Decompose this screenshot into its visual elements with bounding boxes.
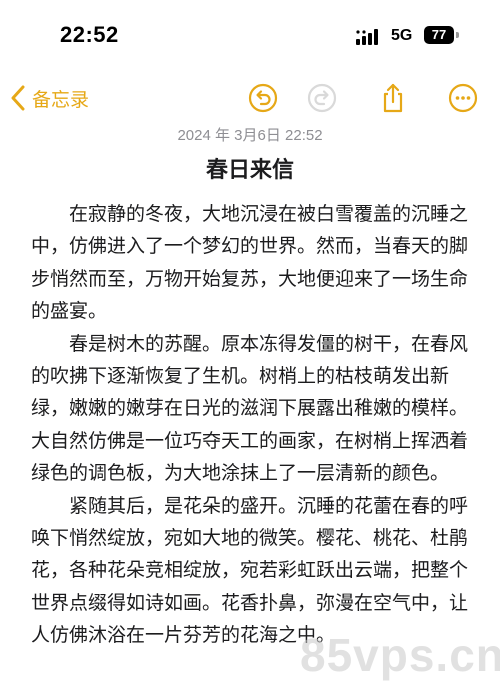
note-body[interactable]: 在寂静的冬夜，大地沉浸在被白雪覆盖的沉睡之中，仿佛进入了一个梦幻的世界。然而，当…	[31, 198, 469, 652]
status-time: 22:52	[60, 22, 119, 47]
note-paragraph: 紧随其后，是花朵的盛开。沉睡的花蕾在春的呼唤下悄然绽放，宛如大地的微笑。樱花、桃…	[31, 494, 469, 647]
status-bar: 22:52 5G 77	[0, 0, 500, 72]
battery-cap	[456, 32, 459, 38]
note-title[interactable]: 春日来信	[0, 152, 500, 184]
battery-level: 77	[431, 27, 447, 42]
battery-icon: 77	[424, 26, 454, 44]
back-label: 备忘录	[32, 88, 90, 111]
network-label: 5G	[391, 27, 413, 44]
note-paragraph: 在寂静的冬夜，大地沉浸在被白雪覆盖的沉睡之中，仿佛进入了一个梦幻的世界。然而，当…	[31, 203, 469, 323]
more-icon[interactable]	[447, 82, 479, 114]
redo-icon[interactable]	[306, 82, 338, 114]
share-icon[interactable]	[377, 82, 409, 114]
back-button[interactable]: 备忘录	[10, 82, 89, 114]
undo-icon[interactable]	[247, 82, 279, 114]
note-paragraph: 春是树木的苏醒。原本冻得发僵的树干，在春风的吹拂下逐渐恢复了生机。树梢上的枯枝萌…	[31, 332, 469, 485]
signal-icon	[356, 29, 378, 45]
note-date: 2024 年 3月6日 22:52	[177, 127, 323, 144]
chevron-left-icon	[11, 85, 25, 111]
note-toolbar: 备忘录	[0, 72, 500, 124]
